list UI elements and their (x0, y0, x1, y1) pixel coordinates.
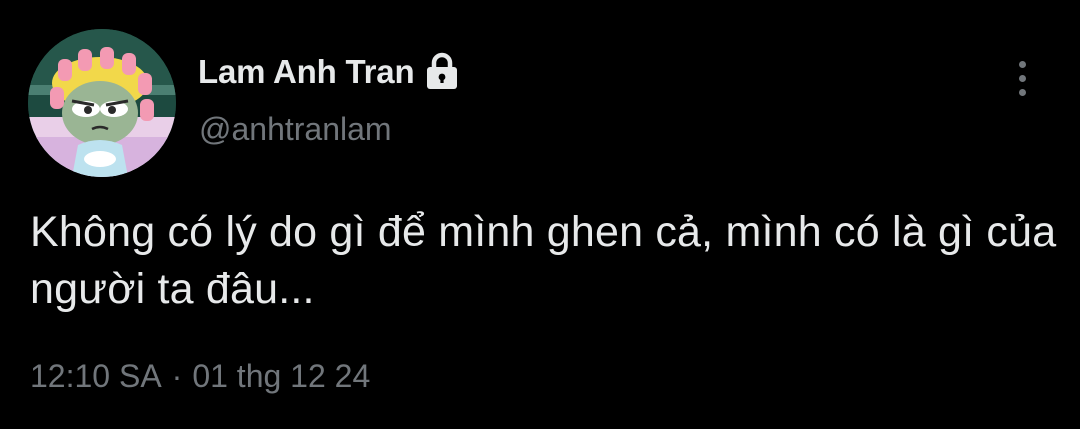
tweet-text: Không có lý do gì để mình ghen cả, mình … (30, 208, 1057, 313)
author-display-name[interactable]: Lam Anh Tran (198, 53, 415, 91)
author-name-row: Lam Anh Tran (198, 50, 460, 94)
more-options-button[interactable] (1002, 56, 1042, 100)
tweet-card: Lam Anh Tran @anhtranlam Không có lý do … (0, 0, 1080, 429)
avatar-image (28, 29, 176, 177)
timestamp-separator: · (171, 358, 183, 394)
tweet-time: 12:10 SA (30, 358, 162, 394)
more-vertical-icon (1018, 60, 1026, 68)
lock-icon (424, 52, 460, 92)
more-vertical-icon-dot-3 (1018, 88, 1026, 96)
tweet-timestamp[interactable]: 12:10 SA · 01 thg 12 24 (30, 358, 370, 395)
avatar[interactable] (28, 29, 176, 177)
author-handle[interactable]: @anhtranlam (199, 111, 392, 148)
more-vertical-icon-dot-2 (1018, 74, 1026, 82)
tweet-date: 01 thg 12 24 (192, 358, 371, 394)
